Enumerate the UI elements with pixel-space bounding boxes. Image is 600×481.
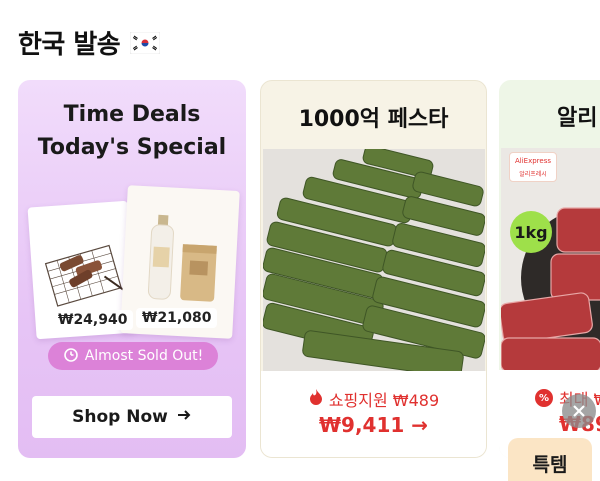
flame-icon xyxy=(308,388,324,410)
section-title: 한국 발송 xyxy=(18,30,121,60)
ali-fresh-title: 알리 xyxy=(557,106,598,131)
ali-fresh-label: 알리프레시 xyxy=(519,171,547,178)
special-item-tab[interactable]: 특템 xyxy=(508,438,592,481)
festa-price: ₩9,411 → xyxy=(261,413,486,437)
almost-sold-out-badge: Almost Sold Out! xyxy=(48,342,218,370)
almost-sold-out-label: Almost Sold Out! xyxy=(84,348,204,364)
shopping-subsidy: 쇼핑지원 ₩489 xyxy=(261,387,486,411)
south-korea-flag-icon xyxy=(130,31,161,54)
percent-icon: % xyxy=(535,389,553,407)
section-header: 한국 발송 xyxy=(18,24,161,61)
time-deals-card[interactable]: Time Deals Today's Special ₩24,940 ₩21,0… xyxy=(18,80,246,458)
product-price-1: ₩24,940 xyxy=(52,310,134,330)
aliexpress-fresh-badge: AliExpress 알리프레시 xyxy=(509,152,557,182)
close-icon[interactable] xyxy=(562,394,596,428)
product-price-2: ₩21,080 xyxy=(136,308,218,328)
shop-now-label: Shop Now xyxy=(72,407,168,427)
shop-now-button[interactable]: Shop Now xyxy=(32,396,232,438)
festa-price-value: ₩9,411 xyxy=(318,413,405,437)
aliexpress-logo: AliExpress xyxy=(514,157,551,165)
arrow-right-icon xyxy=(176,407,192,428)
rice-cake-product-image xyxy=(263,149,485,371)
festa-card[interactable]: 1000억 페스타 쇼핑지원 ₩489 ₩9,411 → xyxy=(260,80,487,458)
time-deals-title: Time Deals Today's Special xyxy=(37,102,227,160)
clock-icon xyxy=(63,346,79,366)
festa-title: 1000억 페스타 xyxy=(298,107,449,132)
weight-badge: 1kg xyxy=(510,211,552,253)
arrow-right-icon: → xyxy=(411,413,429,437)
festa-price-area: 쇼핑지원 ₩489 ₩9,411 → xyxy=(261,371,486,457)
shopping-subsidy-label: 쇼핑지원 ₩489 xyxy=(328,391,440,410)
